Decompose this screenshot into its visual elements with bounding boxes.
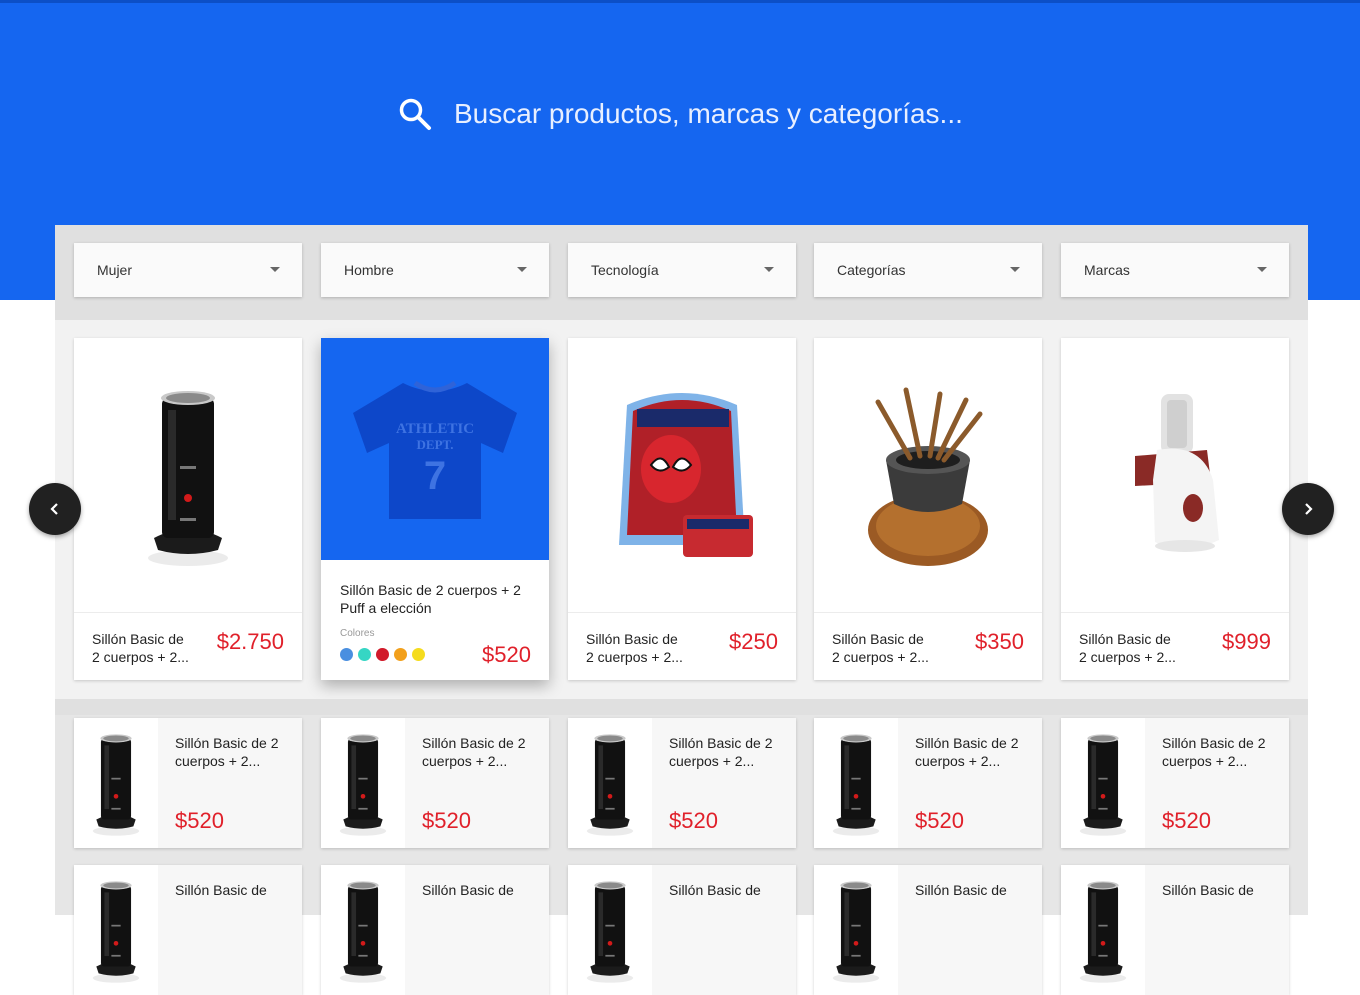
filter-dropdown-mujer[interactable]: Mujer (74, 243, 302, 297)
dropdown-label: Tecnología (591, 262, 659, 278)
product-image-t-shirt: ATHLETIC DEPT. 7 (321, 338, 549, 560)
product-card[interactable]: Sillón Basic de 2 cuerpos + 2... $2.750 (74, 338, 302, 680)
chevron-left-icon (50, 503, 58, 515)
list-item[interactable]: Sillón Basic de (321, 865, 549, 995)
list-item[interactable]: Sillón Basic de (1061, 865, 1289, 995)
dropdown-label: Marcas (1084, 262, 1130, 278)
list-item[interactable]: Sillón Basic de 2 cuerpos + 2... $520 (814, 718, 1042, 848)
product-title: Sillón Basic de 2 cuerpos + 2... (1079, 631, 1176, 665)
filter-dropdown-categorias[interactable]: Categorías (814, 243, 1042, 297)
product-thumbnail (814, 865, 898, 995)
product-title: Sillón Basic de 2 cuerpos + 2 Puff a ele… (340, 582, 521, 616)
list-item[interactable]: Sillón Basic de 2 cuerpos + 2... $520 (568, 718, 796, 848)
filter-bar: Mujer Hombre Tecnología Categorías Marca… (55, 225, 1308, 320)
carousel-next-button[interactable] (1282, 483, 1334, 535)
filter-dropdown-hombre[interactable]: Hombre (321, 243, 549, 297)
product-card-footer: Sillón Basic de 2 cuerpos + 2 Puff a ele… (321, 560, 549, 680)
list-item-title: Sillón Basic de 2 cuerpos + 2... (175, 735, 279, 769)
product-card-footer: Sillón Basic de 2 cuerpos + 2... $250 (568, 612, 796, 680)
list-item-price: $520 (1162, 808, 1211, 833)
product-card-featured[interactable]: ATHLETIC DEPT. 7 Sillón Basic de 2 cuerp… (321, 338, 549, 680)
product-image-spiderman-backpack (568, 338, 796, 612)
product-image-fondue-set (814, 338, 1042, 612)
product-image-milk-frother (74, 338, 302, 612)
caret-down-icon (517, 267, 527, 272)
svg-text:ATHLETIC: ATHLETIC (396, 421, 474, 437)
search-bar[interactable] (398, 97, 1014, 131)
product-card[interactable]: Sillón Basic de 2 cuerpos + 2... $250 (568, 338, 796, 680)
color-swatch-teal[interactable] (358, 648, 371, 661)
chevron-right-icon (1305, 503, 1313, 515)
list-item-price: $520 (422, 808, 471, 833)
list-item-title: Sillón Basic de 2 cuerpos + 2... (915, 735, 1019, 769)
list-item[interactable]: Sillón Basic de (568, 865, 796, 995)
color-swatch-red[interactable] (376, 648, 389, 661)
dropdown-label: Mujer (97, 262, 133, 278)
colors-label: Colores (340, 628, 375, 639)
caret-down-icon (764, 267, 774, 272)
product-card-footer: Sillón Basic de 2 cuerpos + 2... $350 (814, 612, 1042, 680)
product-thumbnail (321, 865, 405, 995)
product-thumbnail (568, 718, 652, 848)
product-thumbnail (74, 718, 158, 848)
product-card-footer: Sillón Basic de 2 cuerpos + 2... $2.750 (74, 612, 302, 680)
product-price: $999 (1222, 629, 1271, 654)
list-item-title: Sillón Basic de 2 cuerpos + 2... (669, 735, 773, 769)
section-divider (55, 699, 1308, 715)
list-item-title: Sillón Basic de 2 cuerpos + 2... (422, 735, 526, 769)
list-item-title: Sillón Basic de (422, 882, 514, 898)
dropdown-label: Hombre (344, 262, 394, 278)
product-title: Sillón Basic de 2 cuerpos + 2... (832, 631, 929, 665)
caret-down-icon (1257, 267, 1267, 272)
svg-text:DEPT.: DEPT. (417, 437, 454, 452)
list-item[interactable]: Sillón Basic de 2 cuerpos + 2... $520 (321, 718, 549, 848)
svg-text:7: 7 (424, 454, 446, 498)
list-item[interactable]: Sillón Basic de 2 cuerpos + 2... $520 (1061, 718, 1289, 848)
caret-down-icon (270, 267, 280, 272)
search-input[interactable] (454, 98, 1014, 130)
color-swatches (340, 648, 425, 661)
carousel-prev-button[interactable] (29, 483, 81, 535)
list-item-title: Sillón Basic de (1162, 882, 1254, 898)
list-item-price: $520 (175, 808, 224, 833)
caret-down-icon (1010, 267, 1020, 272)
filter-dropdown-tecnologia[interactable]: Tecnología (568, 243, 796, 297)
filter-dropdown-marcas[interactable]: Marcas (1061, 243, 1289, 297)
list-item-title: Sillón Basic de (915, 882, 1007, 898)
product-card-footer: Sillón Basic de 2 cuerpos + 2... $999 (1061, 612, 1289, 680)
product-thumbnail (74, 865, 158, 995)
color-swatch-yellow[interactable] (412, 648, 425, 661)
list-item-price: $520 (669, 808, 718, 833)
product-price: $250 (729, 629, 778, 654)
color-swatch-blue[interactable] (340, 648, 353, 661)
list-item-title: Sillón Basic de (669, 882, 761, 898)
list-item-price: $520 (915, 808, 964, 833)
product-price: $350 (975, 629, 1024, 654)
list-item-title: Sillón Basic de 2 cuerpos + 2... (1162, 735, 1266, 769)
product-image-food-processor (1061, 338, 1289, 612)
product-thumbnail (1061, 718, 1145, 848)
catalog-panel: Mujer Hombre Tecnología Categorías Marca… (55, 225, 1308, 995)
dropdown-label: Categorías (837, 262, 906, 278)
list-item[interactable]: Sillón Basic de (814, 865, 1042, 995)
product-thumbnail (1061, 865, 1145, 995)
list-item-title: Sillón Basic de (175, 882, 267, 898)
product-title: Sillón Basic de 2 cuerpos + 2... (92, 631, 189, 665)
product-thumbnail (814, 718, 898, 848)
product-card[interactable]: Sillón Basic de 2 cuerpos + 2... $350 (814, 338, 1042, 680)
color-swatch-orange[interactable] (394, 648, 407, 661)
search-icon[interactable] (398, 97, 432, 131)
product-thumbnail (568, 865, 652, 995)
product-title: Sillón Basic de 2 cuerpos + 2... (586, 631, 683, 665)
list-item[interactable]: Sillón Basic de 2 cuerpos + 2... $520 (74, 718, 302, 848)
list-item[interactable]: Sillón Basic de (74, 865, 302, 995)
product-price: $2.750 (216, 629, 284, 654)
product-price: $520 (482, 642, 531, 667)
product-thumbnail (321, 718, 405, 848)
product-card[interactable]: Sillón Basic de 2 cuerpos + 2... $999 (1061, 338, 1289, 680)
